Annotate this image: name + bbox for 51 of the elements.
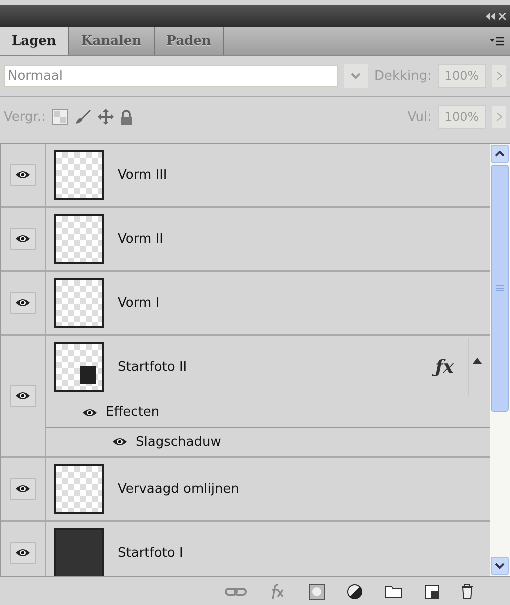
layer-row[interactable]: Vorm III xyxy=(1,144,490,208)
folder-icon[interactable] xyxy=(385,585,403,599)
eye-icon[interactable] xyxy=(112,437,128,447)
grip-icon xyxy=(496,285,504,292)
visibility-eye-icon[interactable] xyxy=(15,484,31,494)
checkerboard-icon[interactable] xyxy=(52,109,68,125)
visibility-eye-icon[interactable] xyxy=(15,234,31,244)
collapse-triangle-icon[interactable] xyxy=(473,358,482,364)
collapse-icon[interactable] xyxy=(486,12,495,20)
layer-name: Startfoto II xyxy=(118,360,188,374)
chevron-down-icon[interactable] xyxy=(495,563,505,569)
scroll-up-button[interactable] xyxy=(491,145,509,163)
half-circle-icon[interactable] xyxy=(347,584,363,600)
lock-icon[interactable] xyxy=(120,110,133,124)
move-icon[interactable] xyxy=(98,109,114,125)
layer-row[interactable]: Vorm I xyxy=(1,272,490,336)
visibility-eye-icon[interactable] xyxy=(15,170,31,180)
layer-name: Vorm II xyxy=(118,232,164,246)
layer-name: Startfoto I xyxy=(118,546,184,560)
close-icon[interactable] xyxy=(499,12,506,20)
effect-name[interactable]: Slagschaduw xyxy=(136,434,222,450)
photo-placeholder xyxy=(54,528,104,576)
layer-name: Vorm I xyxy=(118,296,160,310)
panel-tab[interactable]: Lagen xyxy=(0,27,70,55)
eye-icon[interactable] xyxy=(82,408,98,418)
blend-mode-dropdown[interactable]: Normaal xyxy=(4,65,338,87)
opacity-label: Dekking: xyxy=(374,68,432,84)
layer-row[interactable]: Vervaagd omlijnen xyxy=(1,458,490,522)
layer-name: Vorm III xyxy=(118,168,168,182)
layer-name: Vervaagd omlijnen xyxy=(118,482,240,496)
layer-row[interactable]: Vorm II xyxy=(1,208,490,272)
transparent-thumbnail xyxy=(54,464,104,514)
chevron-up-icon[interactable] xyxy=(495,151,505,157)
brush-icon[interactable] xyxy=(74,108,92,126)
panel-menu-icon[interactable] xyxy=(490,36,504,46)
scrollbar-thumb[interactable] xyxy=(491,165,509,412)
transparent-thumbnail xyxy=(54,150,104,200)
visibility-eye-icon[interactable] xyxy=(15,298,31,308)
layer-thumbnail xyxy=(54,342,104,392)
effects-label: Effecten xyxy=(106,405,160,420)
new-layer-icon[interactable] xyxy=(425,585,439,599)
trash-icon[interactable] xyxy=(461,584,474,600)
visibility-eye-icon[interactable] xyxy=(15,391,31,401)
transparent-thumbnail xyxy=(54,278,104,328)
visibility-eye-icon[interactable] xyxy=(15,548,31,558)
scroll-down-button[interactable] xyxy=(491,557,509,575)
lock-label: Vergr.: xyxy=(4,110,46,124)
mask-icon[interactable] xyxy=(309,584,325,600)
fill-label: Vul: xyxy=(408,110,432,124)
layer-row[interactable]: Startfoto II ƒx Effecten Slagschaduw xyxy=(1,336,490,458)
transparent-thumbnail xyxy=(54,214,104,264)
